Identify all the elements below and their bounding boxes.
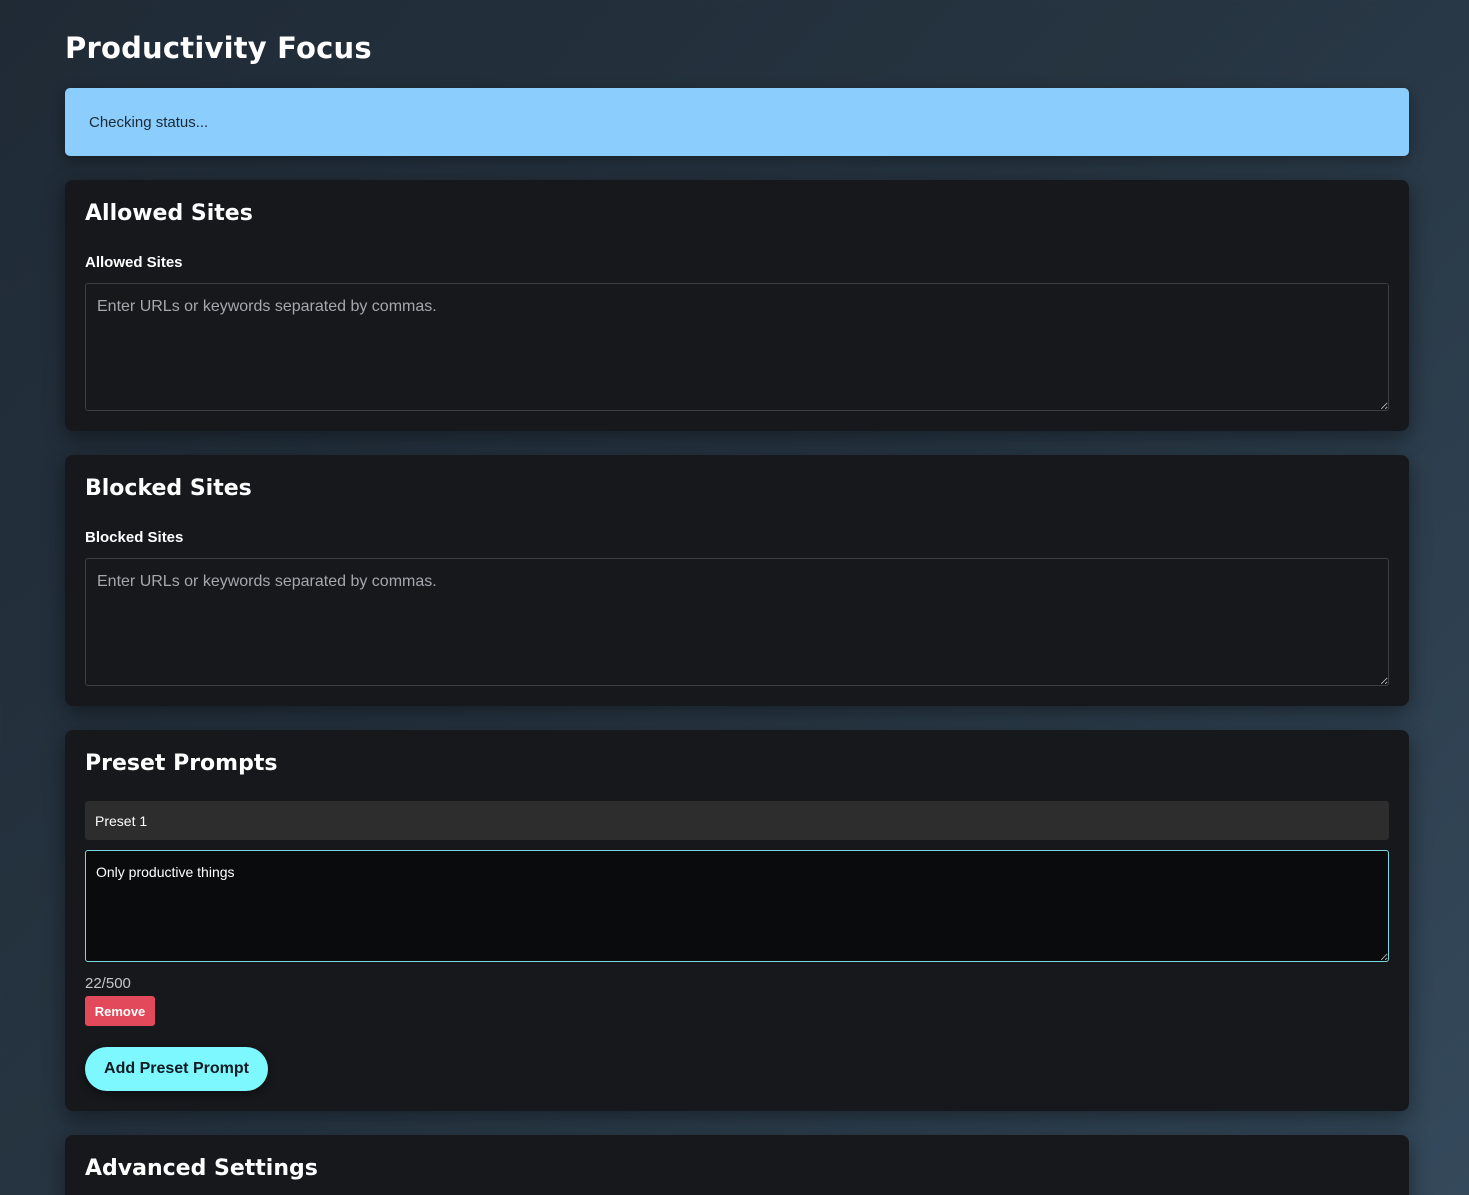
- preset-prompts-heading: Preset Prompts: [85, 751, 278, 776]
- advanced-settings-heading: Advanced Settings: [85, 1156, 318, 1181]
- blocked-sites-textarea[interactable]: [85, 558, 1389, 686]
- status-text: Checking status...: [89, 113, 209, 131]
- add-preset-prompt-button[interactable]: Add Preset Prompt: [85, 1047, 268, 1091]
- allowed-sites-label: Allowed Sites: [85, 254, 183, 271]
- remove-preset-button[interactable]: Remove: [85, 996, 155, 1026]
- preset-name-input[interactable]: [85, 801, 1389, 840]
- preset-prompt-textarea[interactable]: [85, 850, 1389, 962]
- status-banner: Checking status...: [65, 88, 1409, 156]
- preset-prompts-card: Preset Prompts 22/500 Remove Add Preset …: [65, 730, 1409, 1111]
- blocked-sites-heading: Blocked Sites: [85, 476, 252, 501]
- allowed-sites-card: Allowed Sites Allowed Sites: [65, 180, 1409, 431]
- allowed-sites-textarea[interactable]: [85, 283, 1389, 411]
- preset-char-count: 22/500: [85, 975, 131, 992]
- allowed-sites-heading: Allowed Sites: [85, 201, 253, 226]
- page-title: Productivity Focus: [65, 31, 372, 65]
- advanced-settings-card: Advanced Settings: [65, 1135, 1409, 1195]
- blocked-sites-card: Blocked Sites Blocked Sites: [65, 455, 1409, 706]
- blocked-sites-label: Blocked Sites: [85, 529, 184, 546]
